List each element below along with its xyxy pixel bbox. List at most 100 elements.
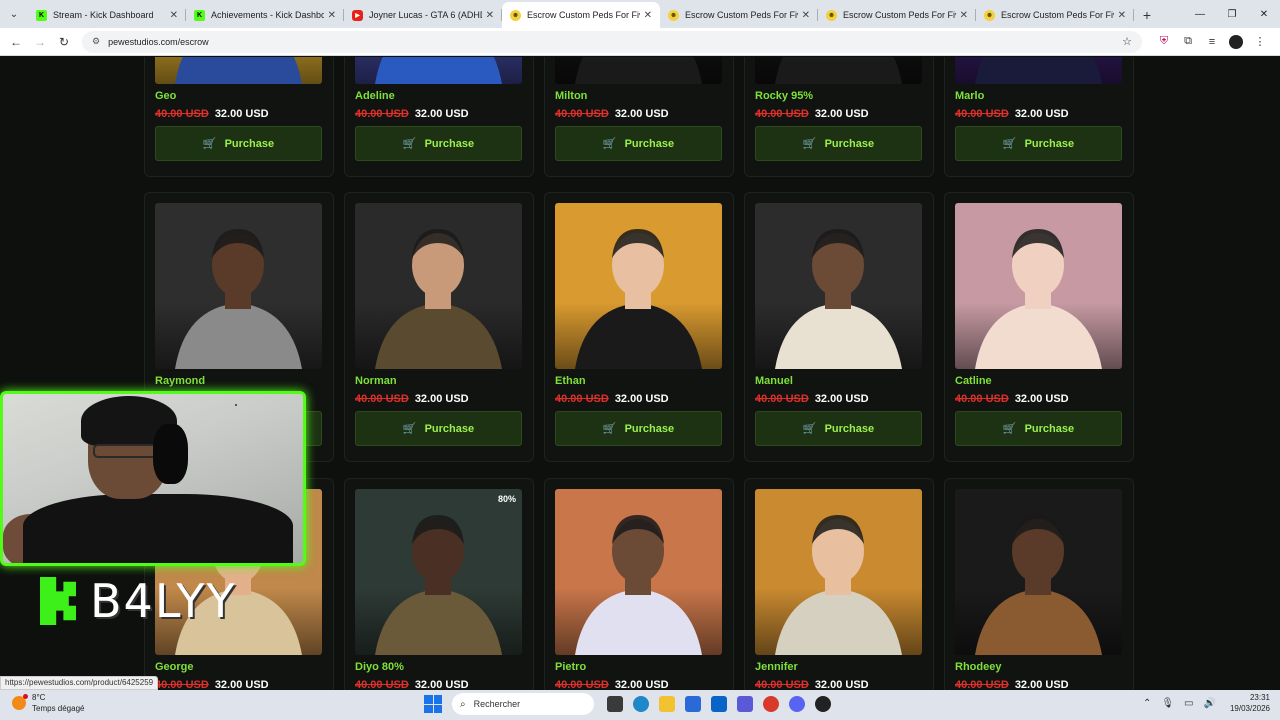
product-image[interactable]: SHORT 95% <box>755 57 922 84</box>
close-tab-icon[interactable]: ✕ <box>644 10 652 21</box>
purchase-button[interactable]: 🛒 Purchase <box>355 126 522 161</box>
close-tab-icon[interactable]: ✕ <box>1118 10 1126 21</box>
product-card[interactable]: Rhodeey40.00 USD32.00 USD🛒Purchase <box>944 478 1134 690</box>
product-name[interactable]: Marlo <box>955 90 984 102</box>
back-button[interactable]: ← <box>4 30 28 54</box>
product-name[interactable]: Rhodeey <box>955 661 1001 673</box>
product-image[interactable]: 80% <box>355 489 522 655</box>
product-image[interactable] <box>555 57 722 84</box>
discord-icon[interactable] <box>784 693 810 715</box>
network-icon[interactable]: ▭ <box>1184 698 1193 709</box>
close-tab-icon[interactable]: ✕ <box>486 10 494 21</box>
purchase-button[interactable]: 🛒 Purchase <box>355 411 522 446</box>
product-image[interactable] <box>555 489 722 655</box>
product-card[interactable]: Pietro40.00 USD32.00 USD🛒Purchase <box>544 478 734 690</box>
product-image[interactable] <box>755 203 922 369</box>
start-button[interactable] <box>424 695 442 713</box>
teams-icon[interactable] <box>732 693 758 715</box>
product-name[interactable]: Geo <box>155 90 176 102</box>
edge-icon[interactable] <box>628 693 654 715</box>
product-image[interactable] <box>355 203 522 369</box>
outlook-icon[interactable] <box>706 693 732 715</box>
minimize-button[interactable]: — <box>1184 0 1216 28</box>
product-card[interactable]: Marlo 40.00 USD 32.00 USD 🛒 Purchase <box>944 57 1134 177</box>
product-name[interactable]: Diyo 80% <box>355 661 404 673</box>
product-name[interactable]: Pietro <box>555 661 586 673</box>
clock[interactable]: 23:31 19/03/2026 <box>1230 692 1270 714</box>
product-card[interactable]: 80%Diyo 80%40.00 USD32.00 USD🛒Purchase <box>344 478 534 690</box>
product-name[interactable]: George <box>155 661 194 673</box>
product-image[interactable] <box>355 57 522 84</box>
tab-search-button[interactable]: ⌄ <box>0 0 28 28</box>
browser-tab[interactable]: ▶ Joyner Lucas - GTA 6 (ADHD 2 ✕ <box>344 2 502 28</box>
maximize-button[interactable]: ❐ <box>1216 0 1248 28</box>
media-controls-icon[interactable]: ≡ <box>1200 36 1224 48</box>
browser-tab[interactable]: K Stream - Kick Dashboard ✕ <box>28 2 186 28</box>
product-image[interactable] <box>155 57 322 84</box>
taskbar-search[interactable]: ⌕ Rechercher <box>452 693 594 715</box>
site-info-icon[interactable]: ⚙ <box>92 36 100 47</box>
tray-overflow-icon[interactable]: ⌃ <box>1143 698 1151 709</box>
product-image[interactable] <box>155 203 322 369</box>
close-window-button[interactable]: ✕ <box>1248 0 1280 28</box>
purchase-button[interactable]: 🛒 Purchase <box>155 126 322 161</box>
volume-icon[interactable]: 🔊 <box>1204 698 1216 709</box>
close-tab-icon[interactable]: ✕ <box>960 10 968 21</box>
product-name[interactable]: Ethan <box>555 375 586 387</box>
product-image[interactable] <box>755 489 922 655</box>
product-card[interactable]: Catline 40.00 USD 32.00 USD 🛒 Purchase <box>944 192 1134 462</box>
browser-tab[interactable]: ☻ Escrow Custom Peds For Fivem ✕ <box>502 2 660 28</box>
product-card[interactable]: SHORT 95% Rocky 95% 40.00 USD 32.00 USD 🛒 Pur… <box>744 57 934 177</box>
product-card[interactable]: Jennifer40.00 USD32.00 USD🛒Purchase <box>744 478 934 690</box>
product-card[interactable]: Geo 40.00 USD 32.00 USD 🛒 Purchase <box>144 57 334 177</box>
product-card[interactable]: Milton 40.00 USD 32.00 USD 🛒 Purchase <box>544 57 734 177</box>
product-card[interactable]: Norman 40.00 USD 32.00 USD 🛒 Purchase <box>344 192 534 462</box>
product-image[interactable] <box>955 489 1122 655</box>
browser-tab[interactable]: ☻ Escrow Custom Peds For Fivem ✕ <box>818 2 976 28</box>
product-name[interactable]: Raymond <box>155 375 205 387</box>
product-name[interactable]: Catline <box>955 375 992 387</box>
forward-button[interactable]: → <box>28 30 52 54</box>
microphone-icon[interactable]: 🎙 <box>1161 698 1174 709</box>
purchase-button[interactable]: 🛒 Purchase <box>755 126 922 161</box>
reload-button[interactable]: ↻ <box>52 30 76 54</box>
task-view-icon[interactable] <box>602 693 628 715</box>
purchase-button[interactable]: 🛒 Purchase <box>955 126 1122 161</box>
browser-menu-icon[interactable]: ⋮ <box>1248 35 1272 48</box>
product-image[interactable] <box>555 203 722 369</box>
new-tab-button[interactable]: + <box>1134 2 1160 28</box>
purchase-button[interactable]: 🛒 Purchase <box>555 411 722 446</box>
weather-widget[interactable]: 8°C Temps dégagé <box>12 692 84 714</box>
product-card[interactable]: Ethan 40.00 USD 32.00 USD 🛒 Purchase <box>544 192 734 462</box>
purchase-button[interactable]: 🛒 Purchase <box>555 126 722 161</box>
close-tab-icon[interactable]: ✕ <box>170 10 178 21</box>
product-image[interactable] <box>955 203 1122 369</box>
obs-icon[interactable] <box>810 693 836 715</box>
file-explorer-icon[interactable] <box>654 693 680 715</box>
bookmark-star-icon[interactable]: ☆ <box>1122 35 1132 48</box>
browser-tab[interactable]: ☻ Escrow Custom Peds For Fivem ✕ <box>660 2 818 28</box>
profile-avatar[interactable] <box>1229 34 1243 49</box>
product-name[interactable]: Norman <box>355 375 397 387</box>
product-name[interactable]: Rocky 95% <box>755 90 813 102</box>
browser-tab[interactable]: K Achievements - Kick Dashboard ✕ <box>186 2 344 28</box>
product-name[interactable]: Adeline <box>355 90 395 102</box>
purchase-button[interactable]: 🛒 Purchase <box>955 411 1122 446</box>
product-name[interactable]: Manuel <box>755 375 793 387</box>
product-card[interactable]: Manuel 40.00 USD 32.00 USD 🛒 Purchase <box>744 192 934 462</box>
browser-tab[interactable]: ☻ Escrow Custom Peds For Fivem ✕ <box>976 2 1134 28</box>
close-tab-icon[interactable]: ✕ <box>802 10 810 21</box>
original-price: 40.00 USD <box>355 108 409 120</box>
extensions-icon[interactable]: ⧉ <box>1176 35 1200 48</box>
sale-price: 32.00 USD <box>614 679 669 690</box>
url-field[interactable]: ⚙ pewestudios.com/escrow ☆ <box>82 30 1142 53</box>
close-tab-icon[interactable]: ✕ <box>328 10 336 21</box>
purchase-button[interactable]: 🛒 Purchase <box>755 411 922 446</box>
shield-extension-icon[interactable]: ⛨ <box>1152 35 1176 48</box>
store-icon[interactable] <box>680 693 706 715</box>
chrome-icon[interactable] <box>758 693 784 715</box>
product-card[interactable]: Adeline 40.00 USD 32.00 USD 🛒 Purchase <box>344 57 534 177</box>
product-name[interactable]: Milton <box>555 90 587 102</box>
product-image[interactable] <box>955 57 1122 84</box>
product-name[interactable]: Jennifer <box>755 661 798 673</box>
